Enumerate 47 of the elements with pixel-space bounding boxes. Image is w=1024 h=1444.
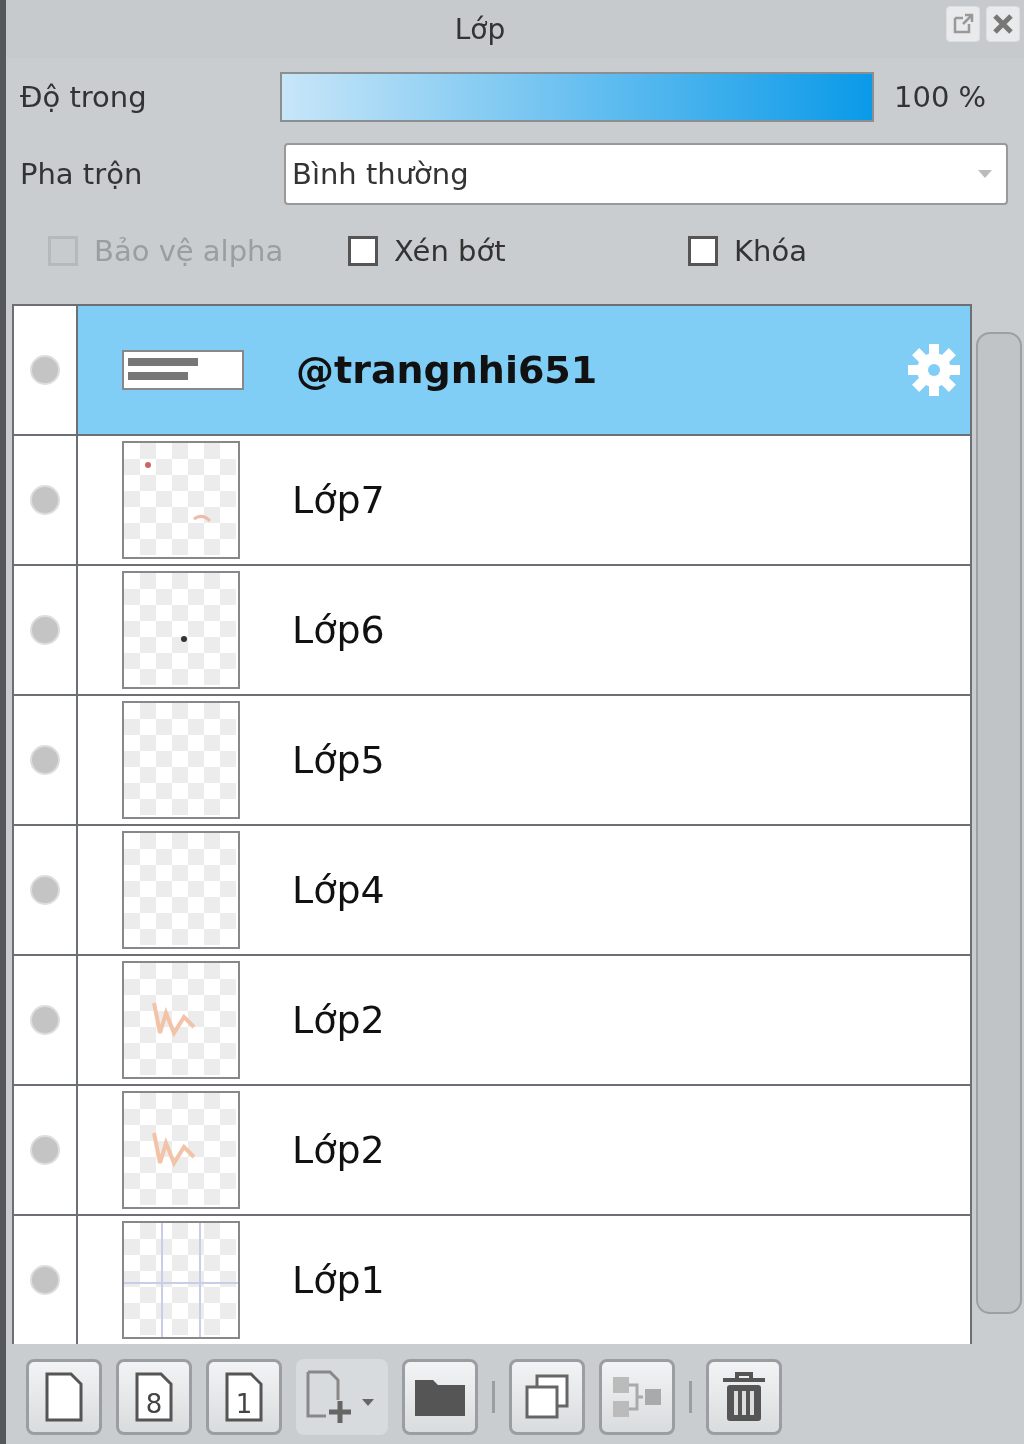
opacity-label: Độ trong <box>20 80 148 115</box>
trash-icon <box>721 1371 767 1424</box>
gear-icon[interactable] <box>906 342 962 399</box>
detach-button[interactable] <box>946 6 980 42</box>
duplicate-icon <box>523 1373 571 1422</box>
blend-label: Pha trộn <box>20 156 144 191</box>
numbered-layer-button[interactable]: 8 <box>116 1359 192 1436</box>
numbered-layer-button[interactable]: 1 <box>206 1359 282 1436</box>
dropdown-caret-icon <box>978 169 992 178</box>
visibility-toggle[interactable] <box>30 1135 60 1166</box>
layer-name: Lớp5 <box>292 738 385 783</box>
visibility-toggle[interactable] <box>30 355 60 386</box>
layer-name: Lớp6 <box>292 608 385 653</box>
visibility-toggle[interactable] <box>30 745 60 776</box>
folder-layer-button[interactable] <box>402 1359 478 1436</box>
layer-name: Lớp2 <box>292 1128 385 1173</box>
merge-layer-button[interactable] <box>599 1359 675 1436</box>
layer-name: Lớp4 <box>292 868 385 913</box>
new-page-icon <box>44 1371 84 1424</box>
detach-icon <box>951 12 975 36</box>
window-title: Lớp <box>454 12 506 46</box>
visibility-toggle[interactable] <box>30 1005 60 1036</box>
blend-value: Bình thường <box>292 156 469 191</box>
page-icon: 8 <box>134 1371 174 1424</box>
close-button[interactable] <box>986 6 1020 42</box>
checkbox-label: Xén bớt <box>394 234 506 269</box>
visibility-toggle[interactable] <box>30 615 60 646</box>
opacity-reading: 100 % <box>894 80 987 115</box>
scrollbar-thumb[interactable] <box>976 332 1022 1315</box>
layer-name: Lớp1 <box>292 1258 385 1303</box>
add-menu-layer-button[interactable] <box>296 1359 388 1436</box>
page-icon: 1 <box>224 1371 264 1424</box>
delete-layer-button[interactable] <box>706 1359 782 1436</box>
checkbox[interactable] <box>688 236 718 267</box>
layer-name: Lớp7 <box>292 478 385 523</box>
new-layer-button[interactable] <box>26 1359 102 1436</box>
layer-name: Lớp2 <box>292 998 385 1043</box>
checkbox-label: Khóa <box>734 234 807 269</box>
close-icon <box>992 13 1014 35</box>
layer-row[interactable]: @trangnhi651 <box>78 306 970 435</box>
checkbox[interactable] <box>348 236 378 267</box>
blend-dropdown[interactable]: Bình thường <box>284 142 1008 205</box>
layer-name: @trangnhi651 <box>296 348 598 393</box>
visibility-toggle[interactable] <box>30 875 60 906</box>
duplicate-layer-button[interactable] <box>509 1359 585 1436</box>
visibility-toggle[interactable] <box>30 1265 60 1296</box>
visibility-toggle[interactable] <box>30 485 60 516</box>
